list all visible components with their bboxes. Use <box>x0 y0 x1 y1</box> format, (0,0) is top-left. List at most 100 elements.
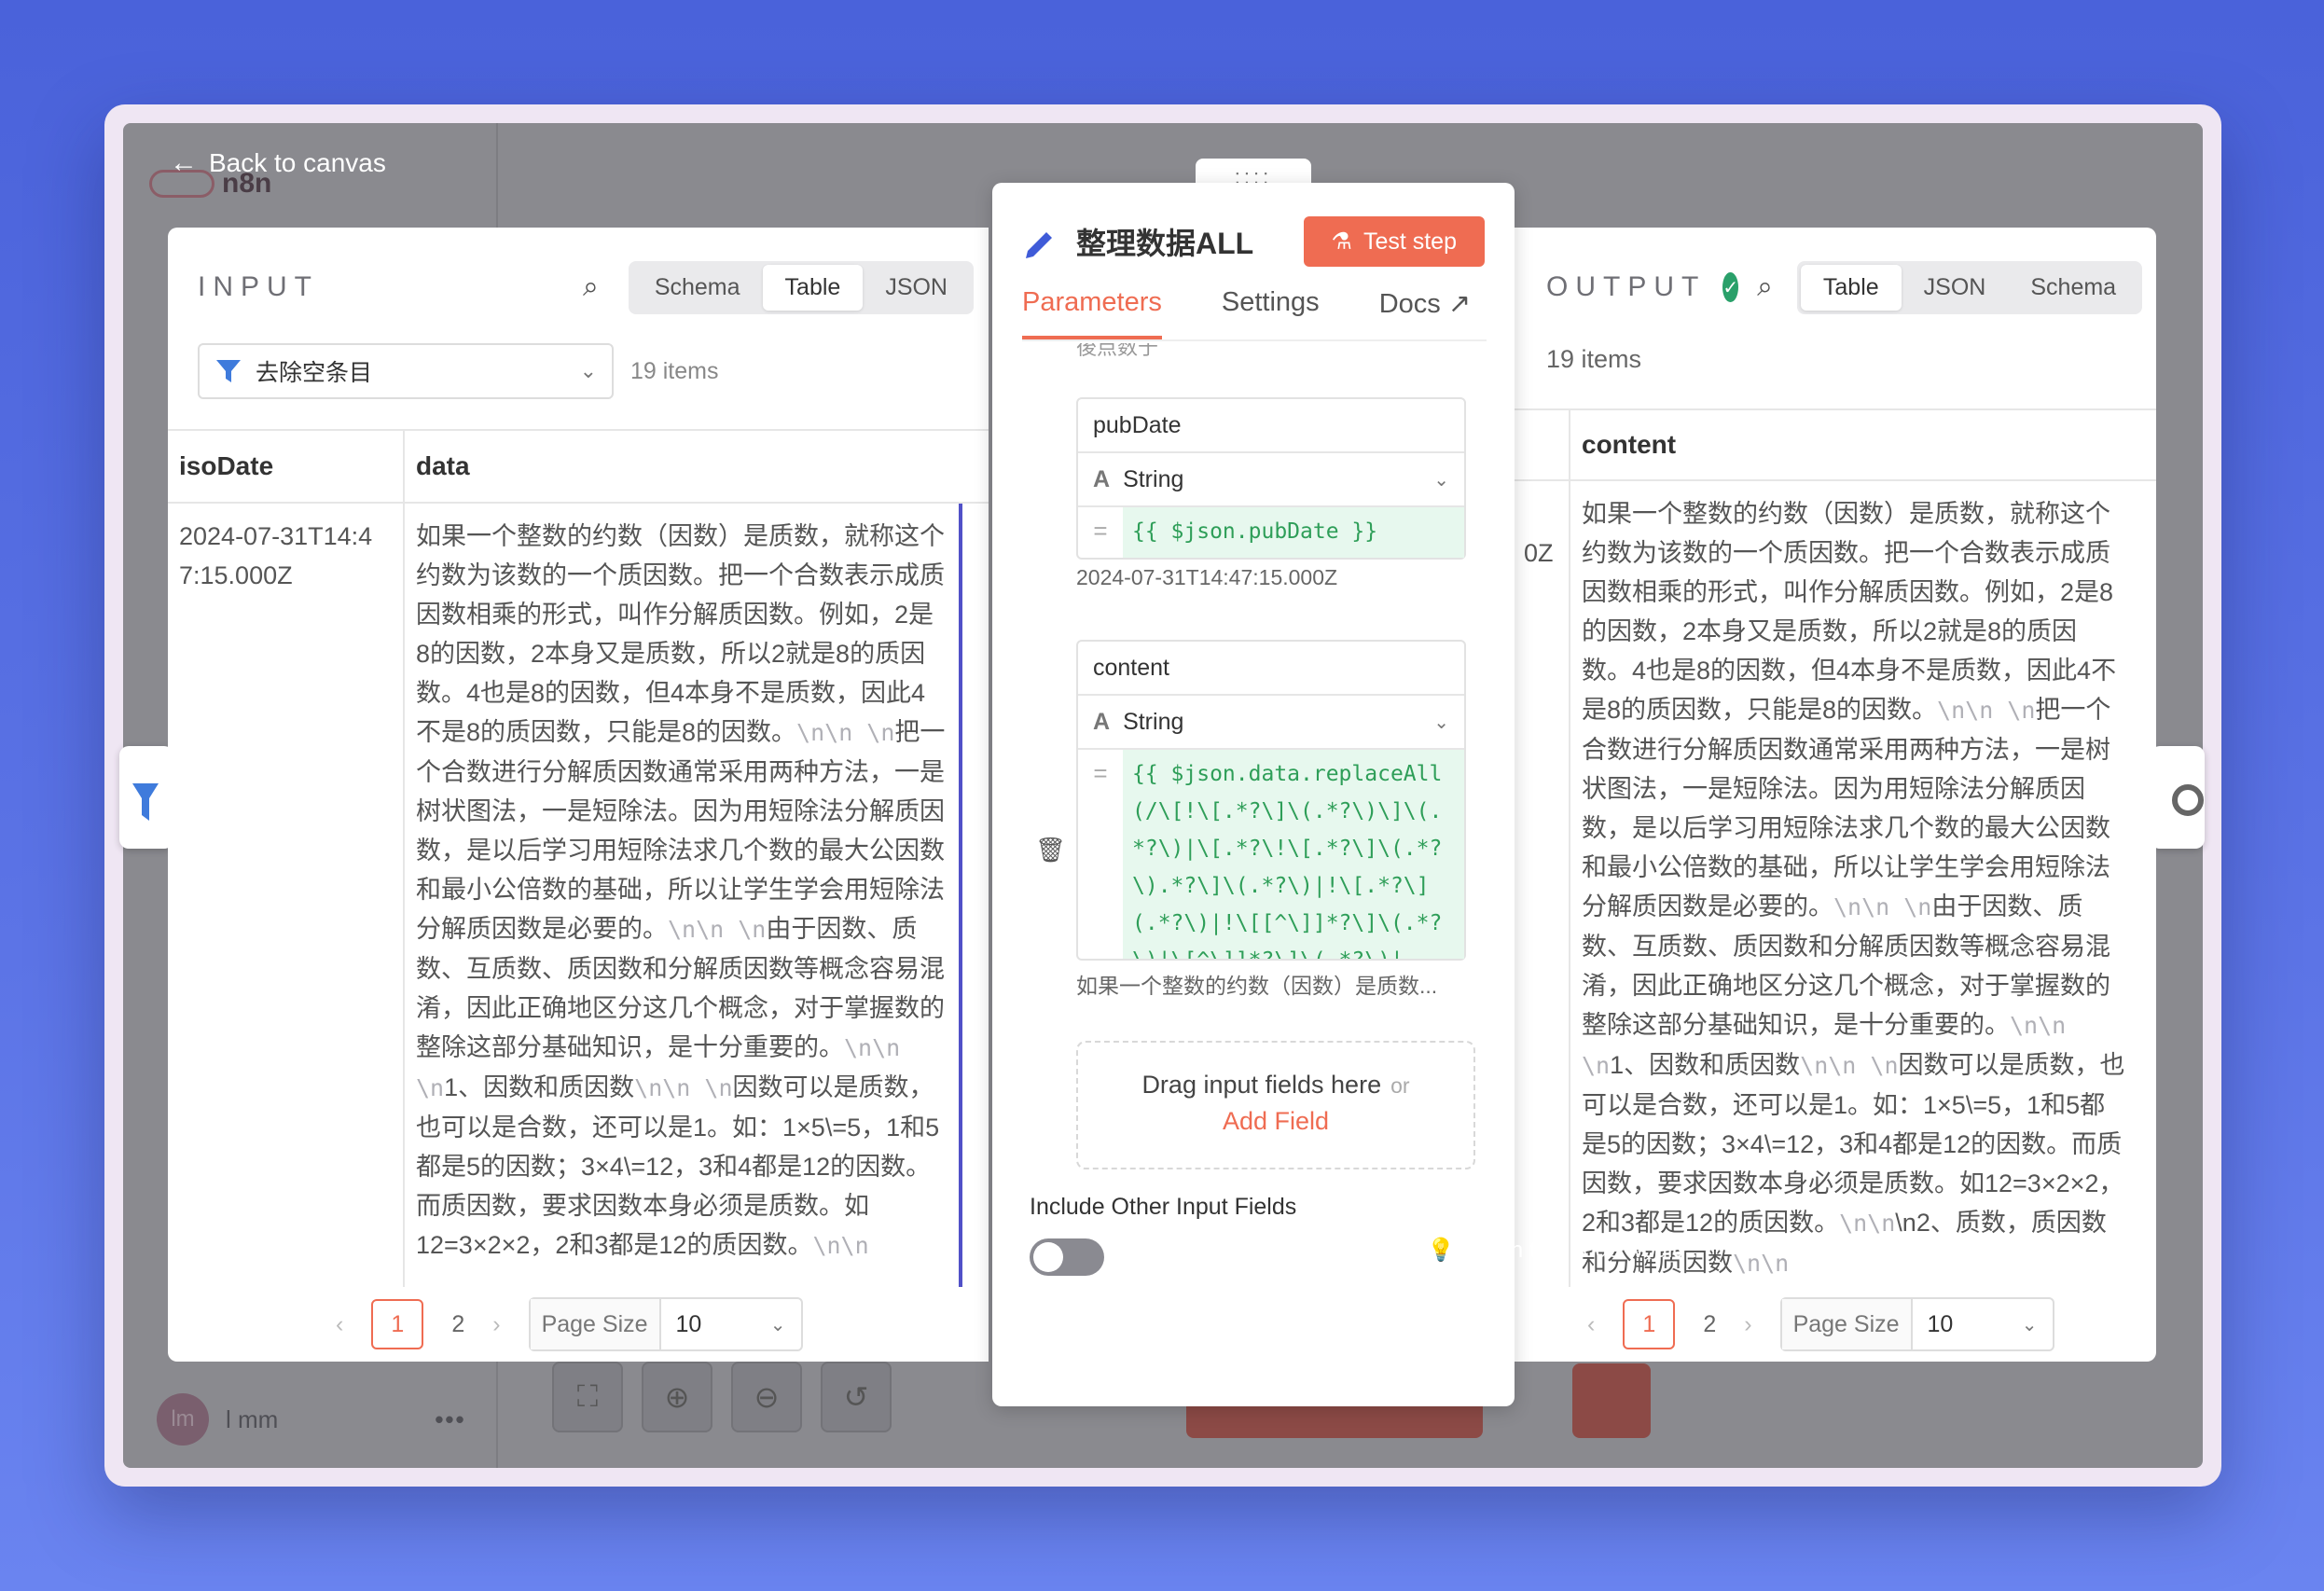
prev-page-icon[interactable]: ‹ <box>336 1311 343 1338</box>
page-2-button[interactable]: 2 <box>1703 1311 1716 1338</box>
tab-schema[interactable]: Schema <box>2008 265 2138 311</box>
back-label: Back to canvas <box>209 148 386 177</box>
field-type-select[interactable]: A String ⌄ <box>1078 453 1464 507</box>
delete-execution-button[interactable] <box>1572 1363 1651 1438</box>
tab-docs[interactable]: Docs ↗ <box>1379 287 1471 339</box>
page-1-button[interactable]: 1 <box>1623 1299 1676 1349</box>
page-size-label: Page Size <box>1781 1299 1913 1349</box>
lightbulb-icon: 💡 <box>1427 1238 1455 1263</box>
page-2-button[interactable]: 2 <box>451 1311 464 1338</box>
next-node-tab[interactable] <box>2151 746 2205 849</box>
chevron-down-icon: ⌄ <box>579 359 597 382</box>
cell-text: 把一个合数进行分解质因数通常采用两种方法，一是树状图法，一是短除法。因为用短除法… <box>1582 696 2111 920</box>
field-content: content A String ⌄ = {{ $json.data.repla… <box>1076 640 1466 961</box>
search-icon[interactable]: ⌕ <box>583 271 599 303</box>
next-page-icon[interactable]: › <box>492 1311 500 1338</box>
input-title: INPUT <box>198 271 319 302</box>
include-other-fields-toggle[interactable] <box>1030 1238 1104 1276</box>
field-pubdate: pubDate A String ⌄ = {{ $json.pubDate }} <box>1076 397 1466 560</box>
field-type-label: String <box>1123 465 1184 492</box>
input-header: INPUT ⌕ Schema Table JSON <box>198 259 974 315</box>
node-title[interactable]: 整理数据ALL <box>1076 220 1253 263</box>
field-name-input[interactable]: content <box>1078 642 1464 696</box>
newline-escape-text: \n\n \n <box>1800 1052 1899 1079</box>
field-type-select[interactable]: A String ⌄ <box>1078 696 1464 750</box>
output-pagination: ‹ 1 2 › Page Size 10 ⌄ <box>1587 1287 2054 1362</box>
success-check-icon: ✓ <box>1722 272 1739 302</box>
page-size-value: 10 ⌄ <box>661 1299 801 1349</box>
newline-escape-text: \n\n <box>1733 1250 1790 1277</box>
feedback-link[interactable]: 💡 I wish this node would... <box>1427 1237 1704 1264</box>
expression-editor[interactable]: {{ $json.pubDate }} <box>1123 507 1464 558</box>
zoom-out-icon[interactable]: ⊖ <box>731 1362 802 1432</box>
tab-json[interactable]: JSON <box>863 265 970 311</box>
add-field-button[interactable]: Add Field <box>1078 1107 1473 1136</box>
table-header: isoDate data <box>168 431 989 504</box>
chevron-down-icon: ⌄ <box>1433 712 1449 733</box>
tab-table[interactable]: Table <box>762 264 864 311</box>
test-step-label: Test step <box>1363 228 1457 255</box>
page-size-select[interactable]: Page Size 10 ⌄ <box>528 1297 803 1351</box>
previous-node-tab[interactable] <box>119 746 173 849</box>
trash-icon[interactable]: 🗑 <box>1035 836 1066 865</box>
page-size-number: 10 <box>1927 1310 1954 1337</box>
external-link-icon: ↗ <box>1447 289 1472 319</box>
isodate-cell-clipped: 0Z <box>1513 481 1570 1287</box>
cell-text: 如果一个整数的约数（因数）是质数，就称这个约数为该数的一个质因数。把一个合数表示… <box>1582 500 2117 724</box>
field-name-input[interactable]: pubDate <box>1078 399 1464 453</box>
output-panel: OUTPUT ✓ ⌕ Table JSON Schema 19 items co… <box>1513 228 2156 1362</box>
cell-text: 如果一个整数的约数（因数）是质数，就称这个约数为该数的一个质因数。把一个合数表示… <box>416 522 945 746</box>
page-1-button[interactable]: 1 <box>371 1299 424 1349</box>
output-view-tabs: Table JSON Schema <box>1796 260 2143 314</box>
newline-escape-text: \n\n \n <box>1833 893 1932 920</box>
column-header-isodate: isoDate <box>168 431 405 502</box>
include-other-fields-label: Include Other Input Fields <box>1030 1194 1297 1220</box>
field-type-label: String <box>1123 708 1184 735</box>
user-name: l mm <box>226 1404 279 1433</box>
table-row: 2024-07-31T14:47:15.000Z 如果一个整数的约数（因数）是质… <box>168 504 989 1287</box>
field-value-expression[interactable]: = {{ $json.pubDate }} <box>1078 507 1464 558</box>
output-title: OUTPUT <box>1546 271 1707 302</box>
node-tabs: Parameters Settings Docs ↗ <box>1022 287 1487 341</box>
more-icon[interactable]: ••• <box>435 1405 465 1434</box>
equals-icon: = <box>1093 759 1108 787</box>
user-menu[interactable]: lm l mm ••• <box>157 1393 466 1446</box>
input-view-tabs: Schema Table JSON <box>628 260 974 314</box>
page-size-select[interactable]: Page Size 10 ⌄ <box>1779 1297 2054 1351</box>
chevron-down-icon: ⌄ <box>1433 469 1449 491</box>
fit-view-icon[interactable]: ⛶ <box>552 1362 623 1432</box>
drop-zone[interactable]: Drag input fields here or Add Field <box>1076 1041 1475 1169</box>
pencil-icon <box>1026 232 1052 258</box>
back-to-canvas-link[interactable]: ← Back to canvas <box>170 147 386 179</box>
reset-zoom-icon[interactable]: ↺ <box>821 1362 892 1432</box>
tab-parameters[interactable]: Parameters <box>1022 287 1162 339</box>
field-preview: 2024-07-31T14:47:15.000Z <box>1076 565 1338 589</box>
newline-escape-text: \n\n \n <box>668 916 767 943</box>
content-cell: 如果一个整数的约数（因数）是质数，就称这个约数为该数的一个质因数。把一个合数表示… <box>1570 481 2137 1287</box>
flask-icon: ⚗ <box>1331 228 1352 255</box>
input-table: isoDate data 2024-07-31T14:47:15.000Z 如果… <box>168 429 989 1287</box>
input-panel: INPUT ⌕ Schema Table JSON 去除空条目 ⌄ 19 ite… <box>168 228 989 1362</box>
table-header: content <box>1513 408 2156 481</box>
tab-schema[interactable]: Schema <box>632 265 763 311</box>
input-node-select[interactable]: 去除空条目 ⌄ <box>198 343 614 399</box>
next-page-icon[interactable]: › <box>1744 1311 1751 1338</box>
node-parameters-panel: 整理数据ALL ⚗ Test step Parameters Settings … <box>992 183 1515 1406</box>
prev-page-icon[interactable]: ‹ <box>1587 1311 1595 1338</box>
tab-table[interactable]: Table <box>1800 264 1902 311</box>
docs-label: Docs <box>1378 289 1441 319</box>
search-icon[interactable]: ⌕ <box>1757 271 1773 303</box>
tab-json[interactable]: JSON <box>1902 265 2009 311</box>
cell-text: 把一个合数进行分解质因数通常采用两种方法，一是树状图法，一是短除法。因为用短除法… <box>416 718 946 943</box>
newline-escape-text: \n\n \n <box>1937 697 2036 724</box>
input-items-count: 19 items <box>630 358 719 384</box>
chevron-down-icon: ⌄ <box>2021 1314 2038 1335</box>
zoom-in-icon[interactable]: ⊕ <box>642 1362 712 1432</box>
field-value-expression[interactable]: = {{ $json.data.replaceAll(/\[!\[.*?\]\(… <box>1078 750 1464 959</box>
tab-settings[interactable]: Settings <box>1222 287 1320 339</box>
clipped-field-name: 後点数于 <box>1076 343 1159 358</box>
node-header: 整理数据ALL ⚗ Test step <box>1022 216 1485 267</box>
test-step-button[interactable]: ⚗ Test step <box>1303 216 1485 267</box>
newline-escape-text: \n\n <box>812 1232 869 1259</box>
expression-editor[interactable]: {{ $json.data.replaceAll(/\[!\[.*?\]\(.*… <box>1123 750 1464 959</box>
